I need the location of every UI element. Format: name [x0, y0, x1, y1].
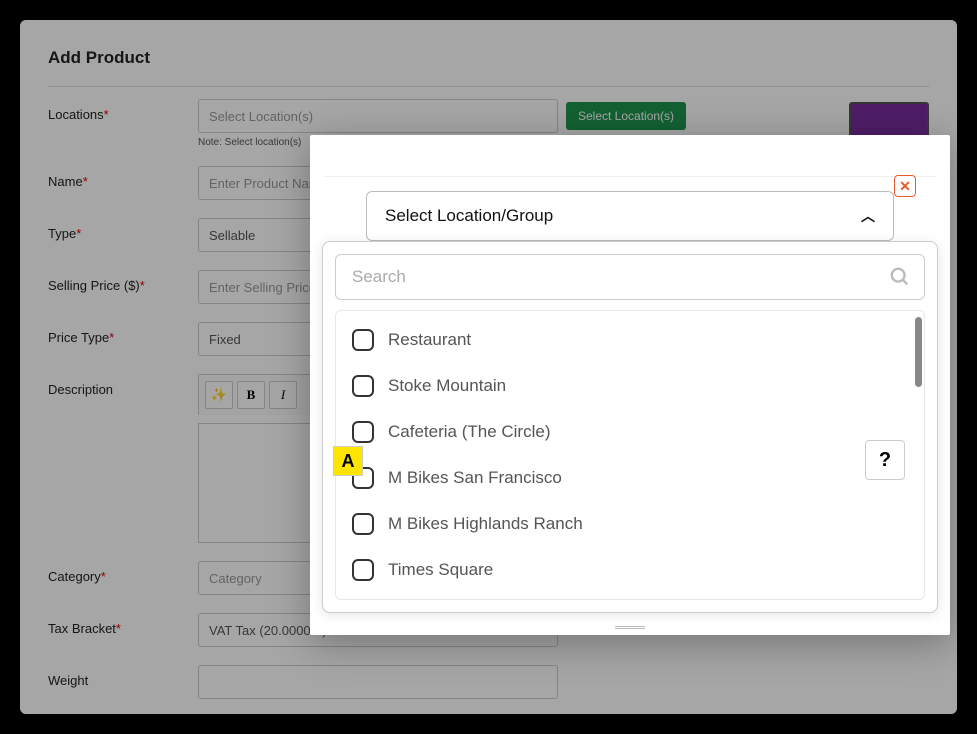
scrollbar-thumb[interactable]: [915, 317, 922, 387]
option-row[interactable]: M Bikes Highlands Ranch: [340, 501, 920, 547]
option-label: M Bikes Highlands Ranch: [388, 514, 583, 534]
option-label: Restaurant: [388, 330, 471, 350]
location-dropdown: Select Location/Group ︿: [366, 191, 894, 241]
option-label: M Bikes San Francisco: [388, 468, 562, 488]
dropdown-header[interactable]: Select Location/Group ︿: [367, 192, 893, 240]
dropdown-title: Select Location/Group: [385, 206, 553, 226]
search-wrap: [335, 254, 925, 300]
option-row[interactable]: Stoke Mountain: [340, 363, 920, 409]
help-icon: ?: [879, 449, 891, 472]
chevron-up-icon: ︿: [861, 206, 875, 226]
help-button[interactable]: ?: [865, 440, 905, 480]
option-label: Cafeteria (The Circle): [388, 422, 551, 442]
search-input[interactable]: [335, 254, 925, 300]
dropdown-panel: Restaurant Stoke Mountain Cafeteria (The…: [322, 241, 938, 613]
modal-top-strip: [324, 135, 936, 177]
options-list[interactable]: Restaurant Stoke Mountain Cafeteria (The…: [335, 310, 925, 600]
option-row[interactable]: M Bikes San Francisco: [340, 455, 920, 501]
option-row[interactable]: Cafeteria (The Circle): [340, 409, 920, 455]
close-icon: ✕: [899, 178, 911, 195]
resize-handle[interactable]: [615, 625, 645, 631]
checkbox[interactable]: [352, 513, 374, 535]
option-label: Stoke Mountain: [388, 376, 506, 396]
text-color-button[interactable]: A: [333, 446, 363, 476]
option-row[interactable]: Times Square: [340, 547, 920, 593]
checkbox[interactable]: [352, 329, 374, 351]
checkbox[interactable]: [352, 375, 374, 397]
checkbox[interactable]: [352, 421, 374, 443]
search-icon: [889, 266, 911, 293]
editor-format-color: A: [333, 446, 363, 476]
checkbox[interactable]: [352, 559, 374, 581]
option-row[interactable]: Restaurant: [340, 317, 920, 363]
option-label: Times Square: [388, 560, 493, 580]
location-modal: ✕ Select Location/Group ︿: [310, 135, 950, 635]
close-button[interactable]: ✕: [894, 175, 916, 197]
format-a-icon: A: [342, 451, 355, 472]
